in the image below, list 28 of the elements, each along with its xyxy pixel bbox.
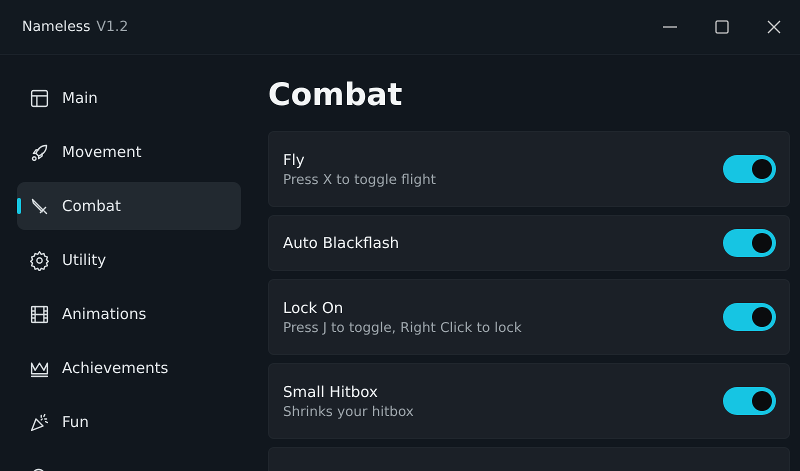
sidebar-item[interactable]: Fun xyxy=(17,398,241,446)
option-name: Fly xyxy=(283,150,306,168)
toggle-switch[interactable] xyxy=(723,155,776,183)
close-icon xyxy=(766,19,782,35)
app-title: Nameless xyxy=(22,19,90,35)
sidebar-item[interactable]: Main xyxy=(17,74,241,122)
minimize-icon xyxy=(663,26,677,28)
option-name: Lock On xyxy=(283,298,344,316)
option-description: Press J to toggle, Right Click to lock xyxy=(283,320,522,336)
version-label: V1.2 xyxy=(96,19,128,35)
option-name: Small Hitbox xyxy=(283,382,379,400)
option-description: Press X to toggle flight xyxy=(283,172,436,188)
party-popper-icon xyxy=(29,412,50,432)
gear-icon xyxy=(29,250,50,270)
page-heading: Combat xyxy=(268,77,404,113)
sidebar-item[interactable]: Combat xyxy=(17,182,241,230)
film-icon xyxy=(29,304,50,324)
option-description: Shrinks your hitbox xyxy=(283,404,414,420)
maximize-icon xyxy=(714,19,730,35)
toggle-switch[interactable] xyxy=(723,387,776,415)
sidebar-item[interactable]: Movement xyxy=(17,128,241,176)
option-name: Auto Blackflash xyxy=(283,234,400,252)
sidebar-item[interactable]: Achievements xyxy=(17,344,241,392)
sidebar-item[interactable]: Animations xyxy=(17,290,241,338)
layout-icon xyxy=(29,88,50,108)
toggle-switch[interactable] xyxy=(723,303,776,331)
toggle-switch[interactable] xyxy=(723,229,776,257)
sidebar-item[interactable]: Utility xyxy=(17,236,241,284)
